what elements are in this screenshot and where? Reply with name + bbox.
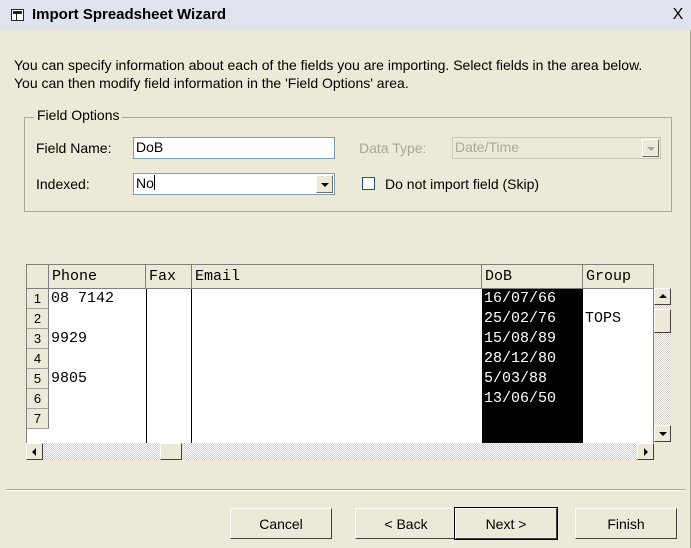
- scroll-right-arrow-icon[interactable]: [637, 443, 654, 460]
- scroll-up-arrow-icon[interactable]: [654, 288, 671, 305]
- grid-vertical-scrollbar[interactable]: [654, 288, 671, 442]
- data-type-value: Date/Time: [455, 139, 520, 155]
- field-name-input[interactable]: DoB: [133, 137, 335, 159]
- cell-dob: 25/02/76: [484, 310, 557, 327]
- cell-dob: 5/03/88: [484, 370, 548, 387]
- column-header-group[interactable]: Group: [583, 265, 653, 289]
- field-options-legend: Field Options: [34, 107, 123, 123]
- row-header[interactable]: 7: [27, 409, 49, 429]
- data-preview-grid[interactable]: Phone Fax Email DoB Group 1 2 3 4 5 6 7 …: [26, 264, 654, 444]
- column-header-fax[interactable]: Fax: [146, 265, 192, 289]
- next-button[interactable]: Next >: [454, 507, 558, 540]
- back-button[interactable]: < Back: [355, 508, 457, 539]
- cell-group: [583, 329, 585, 349]
- field-name-label: Field Name:: [36, 140, 112, 156]
- cell-group: [583, 369, 585, 389]
- scroll-left-arrow-icon[interactable]: [26, 443, 43, 460]
- intro-text: You can specify information about each o…: [14, 57, 643, 91]
- row-header[interactable]: 1: [27, 289, 49, 309]
- indexed-label: Indexed:: [36, 176, 90, 192]
- cell-group: TOPS: [585, 310, 622, 327]
- cell-group: [583, 349, 585, 369]
- cell-phone: 08 7142: [51, 290, 115, 307]
- column-header-email[interactable]: Email: [192, 265, 482, 289]
- cell-dob: 28/12/80: [484, 350, 557, 367]
- grid-horizontal-scrollbar[interactable]: [26, 443, 654, 460]
- cancel-button[interactable]: Cancel: [230, 508, 332, 539]
- cell-phone: 9805: [51, 370, 88, 387]
- row-header[interactable]: 4: [27, 349, 49, 369]
- button-separator: [6, 489, 685, 491]
- indexed-dropdown-arrow-icon[interactable]: [316, 175, 333, 193]
- skip-field-label[interactable]: Do not import field (Skip): [385, 176, 539, 192]
- cell-group: [583, 409, 585, 429]
- cell-dob: 15/08/89: [484, 330, 557, 347]
- skip-field-checkbox[interactable]: [362, 177, 375, 190]
- column-divider: [191, 289, 192, 443]
- row-header[interactable]: 3: [27, 329, 49, 349]
- text-cursor: [153, 175, 155, 190]
- column-divider: [146, 289, 147, 443]
- row-header[interactable]: 2: [27, 309, 49, 329]
- title-bar[interactable]: Import Spreadsheet Wizard X: [0, 0, 691, 30]
- cell-dob: 13/06/50: [484, 390, 557, 407]
- row-header[interactable]: 6: [27, 389, 49, 409]
- scroll-down-arrow-icon[interactable]: [654, 425, 671, 442]
- data-type-label: Data Type:: [359, 140, 427, 156]
- vertical-scroll-thumb[interactable]: [654, 309, 671, 333]
- grid-corner: [27, 265, 49, 289]
- cell-phone: [49, 309, 51, 329]
- field-options-group: [24, 117, 672, 212]
- cell-dob: 16/07/66: [484, 290, 557, 307]
- cell-phone: [49, 409, 51, 429]
- import-spreadsheet-wizard-dialog: Import Spreadsheet Wizard X You can spec…: [0, 0, 691, 548]
- cell-phone: [49, 389, 51, 409]
- window-table-icon: [11, 9, 24, 21]
- data-type-dropdown-arrow-icon[interactable]: [642, 139, 659, 157]
- cell-group: [583, 289, 585, 309]
- column-header-dob[interactable]: DoB: [482, 265, 583, 289]
- cell-phone: [49, 349, 51, 369]
- window-title: Import Spreadsheet Wizard: [32, 6, 227, 23]
- column-header-phone[interactable]: Phone: [49, 265, 146, 289]
- cell-dob: [482, 409, 484, 429]
- horizontal-scroll-thumb[interactable]: [160, 443, 182, 460]
- close-button[interactable]: X: [669, 6, 687, 24]
- indexed-value: No: [136, 175, 154, 191]
- cell-phone: 9929: [51, 330, 88, 347]
- field-name-value: DoB: [136, 139, 164, 155]
- cell-group: [583, 389, 585, 409]
- data-type-select[interactable]: Date/Time: [452, 137, 661, 159]
- finish-button[interactable]: Finish: [575, 508, 677, 539]
- indexed-select[interactable]: No: [133, 173, 335, 195]
- row-header[interactable]: 5: [27, 369, 49, 389]
